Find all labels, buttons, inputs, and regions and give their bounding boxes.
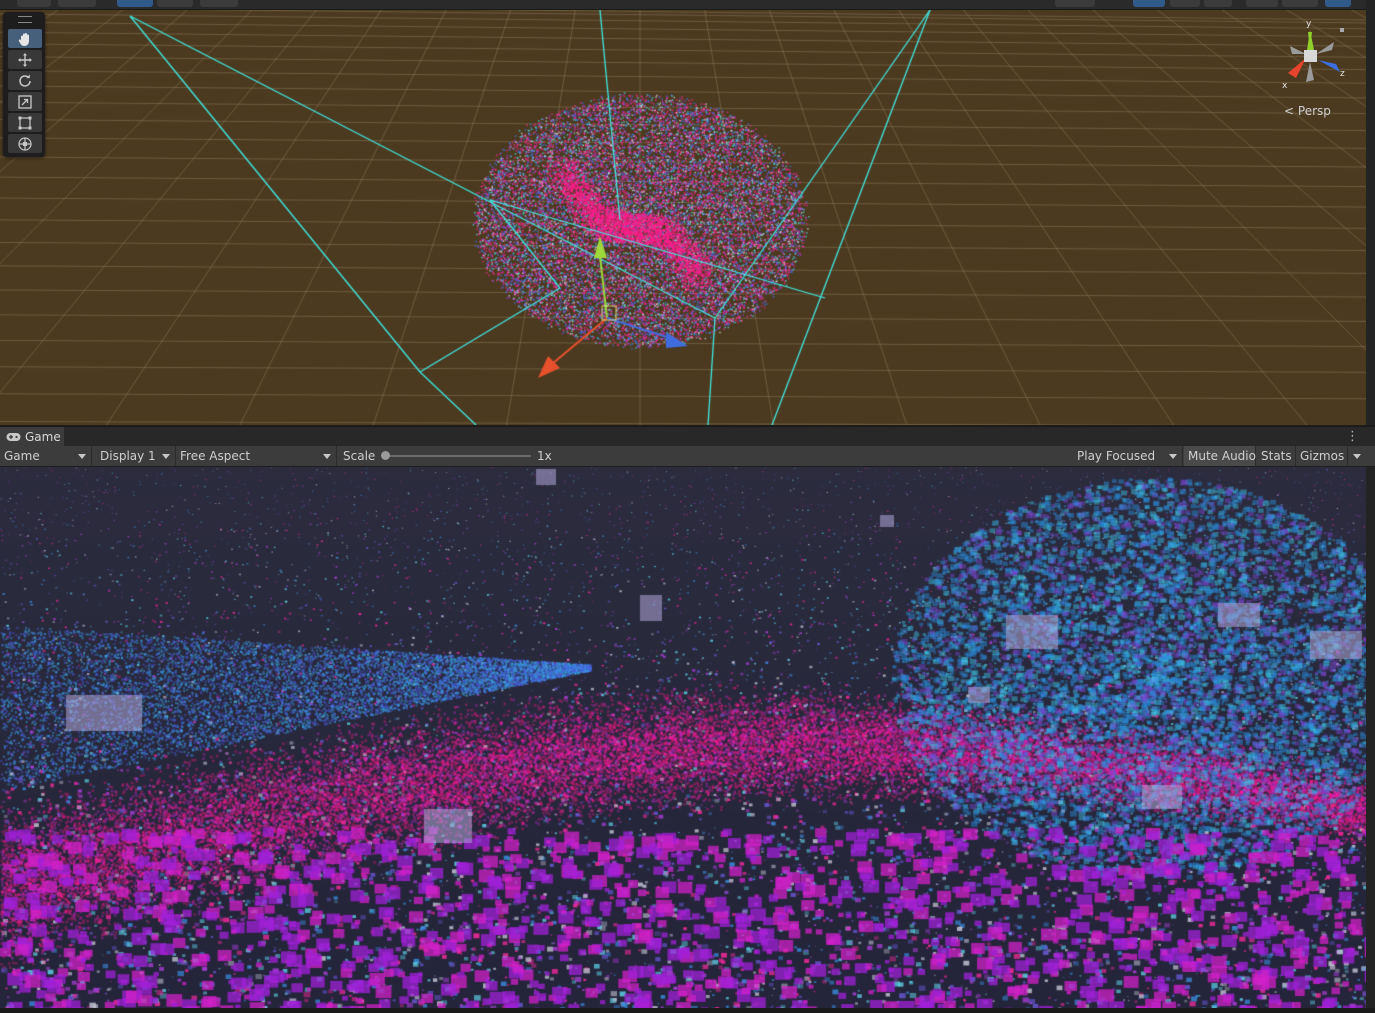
aspect-dropdown[interactable]: Free Aspect: [176, 446, 337, 466]
tab-game[interactable]: Game: [0, 427, 64, 447]
orientation-gizmo-icon[interactable]: y x z: [1276, 18, 1356, 98]
view-select-dropdown[interactable]: Game: [0, 446, 92, 466]
gizmo-z-label: z: [1340, 69, 1345, 79]
scale-label: Scale: [343, 449, 376, 463]
game-toolbar: Game Display 1 Free Aspect Scale 1x Play…: [0, 446, 1375, 467]
scene-toolbar-button[interactable]: [117, 0, 153, 7]
projection-toggle[interactable]: < Persp: [1284, 104, 1331, 118]
gamepad-icon: [6, 433, 21, 441]
move-icon: [18, 52, 32, 67]
chevron-down-icon: [323, 454, 331, 459]
scene-toolbar: [0, 0, 1366, 10]
play-focused-dropdown[interactable]: Play Focused: [1073, 446, 1183, 466]
stats-toggle[interactable]: Stats: [1257, 446, 1296, 466]
rect-tool-button[interactable]: [8, 113, 42, 132]
tools-overlay: [3, 12, 45, 157]
tab-game-label: Game: [25, 430, 61, 444]
scale-tool-button[interactable]: [8, 92, 42, 111]
scene-viewport[interactable]: [0, 0, 1366, 425]
scale-slider-track[interactable]: [383, 455, 531, 457]
move-tool-button[interactable]: [8, 50, 42, 69]
chevron-down-icon: [1169, 454, 1177, 459]
chevron-left-icon: <: [1284, 104, 1295, 118]
display-dropdown[interactable]: Display 1: [96, 446, 176, 466]
scene-toolbar-button[interactable]: [1133, 0, 1165, 7]
gizmos-dropdown[interactable]: [1348, 446, 1366, 466]
hand-icon: [18, 32, 29, 46]
display-value: Display 1: [100, 449, 156, 463]
scene-toolbar-button[interactable]: [1170, 0, 1200, 7]
game-render: [0, 467, 1366, 1008]
rotate-tool-button[interactable]: [8, 71, 42, 90]
aspect-value: Free Aspect: [180, 449, 251, 463]
transform-icon: [18, 136, 32, 151]
chevron-down-icon: [78, 454, 86, 459]
scene-toolbar-button[interactable]: [200, 0, 238, 7]
scene-toolbar-button[interactable]: [1204, 0, 1232, 7]
chevron-down-icon: [1353, 454, 1361, 459]
play-focused-label: Play Focused: [1077, 449, 1156, 463]
status-strip: [0, 1008, 1375, 1013]
more-options-icon[interactable]: ⋮: [1346, 430, 1359, 444]
scene-scrollbar[interactable]: [1366, 0, 1375, 425]
gizmo-y-label: y: [1306, 19, 1312, 29]
scale-slider-thumb[interactable]: [381, 451, 390, 460]
scene-toolbar-button[interactable]: [58, 0, 96, 7]
game-scrollbar[interactable]: [1366, 467, 1375, 1008]
gizmo-x-label: x: [1282, 81, 1288, 91]
drag-handle-icon[interactable]: [18, 16, 32, 23]
gizmos-toggle[interactable]: Gizmos: [1296, 446, 1348, 466]
hand-tool-button[interactable]: [8, 29, 42, 48]
rect-icon: [18, 116, 32, 129]
mute-audio-toggle[interactable]: Mute Audio: [1184, 446, 1256, 466]
scene-toolbar-button[interactable]: [17, 0, 51, 7]
scene-toolbar-button[interactable]: [157, 0, 193, 7]
game-view[interactable]: [0, 467, 1366, 1008]
rotate-icon: [19, 74, 31, 87]
scene-toolbar-button[interactable]: [1055, 0, 1095, 7]
game-tab-bar: Game ⋮: [0, 426, 1375, 447]
transform-tool-button[interactable]: [8, 134, 42, 153]
projection-label: Persp: [1297, 104, 1331, 118]
scale-icon: [18, 94, 32, 109]
scene-toolbar-button[interactable]: [1282, 0, 1318, 7]
view-select-value: Game: [4, 449, 40, 463]
chevron-down-icon: [162, 454, 170, 459]
scene-toolbar-button[interactable]: [1246, 0, 1278, 7]
scene-toolbar-button[interactable]: [1325, 0, 1351, 7]
scene-view[interactable]: y x z < Persp: [0, 0, 1366, 425]
scale-value: 1x: [537, 449, 552, 463]
